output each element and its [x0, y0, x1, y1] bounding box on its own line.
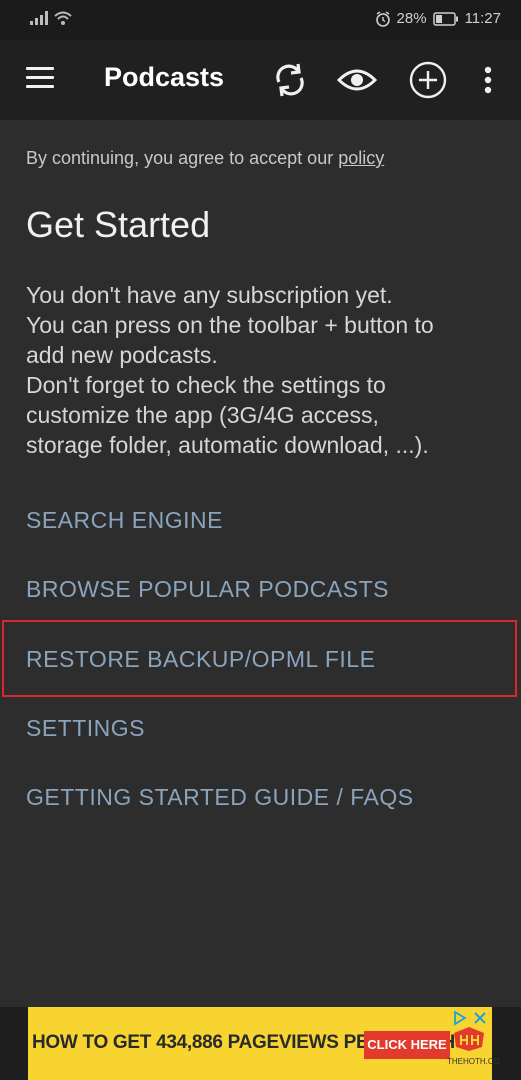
- browse-popular-podcasts-button[interactable]: BROWSE POPULAR PODCASTS: [26, 576, 389, 603]
- description-line: Don't forget to check the settings to: [26, 372, 386, 398]
- ad-banner[interactable]: HOW TO GET 434,886 PAGEVIEWS PER MONTH C…: [28, 1007, 500, 1080]
- ad-logo-icon: [454, 1027, 484, 1051]
- battery-percent: 28%: [396, 10, 427, 27]
- ad-brand: THEHOTH.CO: [447, 1057, 500, 1066]
- policy-link[interactable]: policy: [338, 148, 384, 168]
- description-line: storage folder, automatic download, ...)…: [26, 432, 429, 458]
- refresh-icon[interactable]: [270, 60, 310, 100]
- policy-prefix: By continuing, you agree to accept our: [26, 148, 339, 168]
- menu-icon[interactable]: [26, 67, 54, 91]
- page-title: Get Started: [26, 204, 211, 245]
- eye-icon[interactable]: [337, 60, 377, 100]
- highlight-box: [2, 620, 517, 697]
- clock: 11:27: [464, 10, 501, 27]
- status-bar: 28% 11:27: [0, 0, 521, 40]
- close-icon[interactable]: [472, 1010, 488, 1026]
- description-line: customize the app (3G/4G access,: [26, 402, 379, 428]
- ad-choices-icon[interactable]: [452, 1010, 468, 1026]
- wifi-icon: [54, 11, 72, 25]
- ad-cta-button[interactable]: CLICK HERE: [364, 1031, 450, 1059]
- description-line: You don't have any subscription yet.: [26, 282, 393, 308]
- alarm-icon: [375, 11, 390, 27]
- search-engine-button[interactable]: SEARCH ENGINE: [26, 507, 223, 534]
- settings-button[interactable]: SETTINGS: [26, 715, 145, 742]
- ad-banner-area: HOW TO GET 434,886 PAGEVIEWS PER MONTH C…: [0, 1007, 521, 1080]
- status-left: [30, 11, 72, 25]
- app-toolbar: Podcasts: [0, 40, 521, 120]
- add-circle-icon[interactable]: [408, 60, 448, 100]
- more-vert-icon[interactable]: [472, 60, 504, 100]
- policy-notice: By continuing, you agree to accept our p…: [26, 148, 384, 169]
- toolbar-title: Podcasts: [104, 62, 225, 92]
- getting-started-guide-button[interactable]: GETTING STARTED GUIDE / FAQS: [26, 784, 414, 811]
- status-right: 28% 11:27: [375, 9, 501, 29]
- intro-description: You don't have any subscription yet. You…: [26, 280, 506, 460]
- signal-icon: [30, 11, 48, 25]
- description-line: add new podcasts.: [26, 342, 218, 368]
- description-line: You can press on the toolbar + button to: [26, 312, 434, 338]
- battery-icon: [432, 12, 458, 26]
